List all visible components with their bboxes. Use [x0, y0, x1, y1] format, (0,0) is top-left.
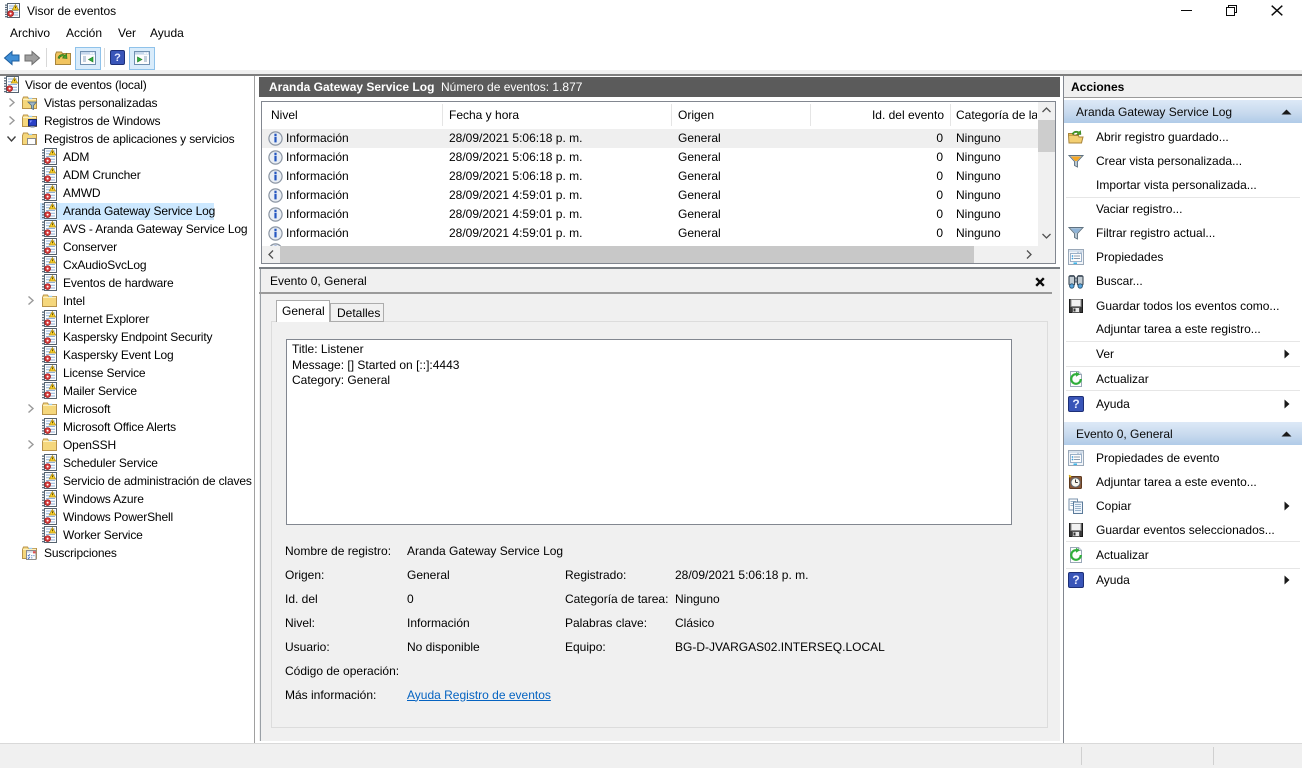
svg-text:?: ?: [1072, 397, 1079, 411]
svg-text:?: ?: [1072, 573, 1079, 587]
svg-text:?: ?: [114, 52, 121, 64]
